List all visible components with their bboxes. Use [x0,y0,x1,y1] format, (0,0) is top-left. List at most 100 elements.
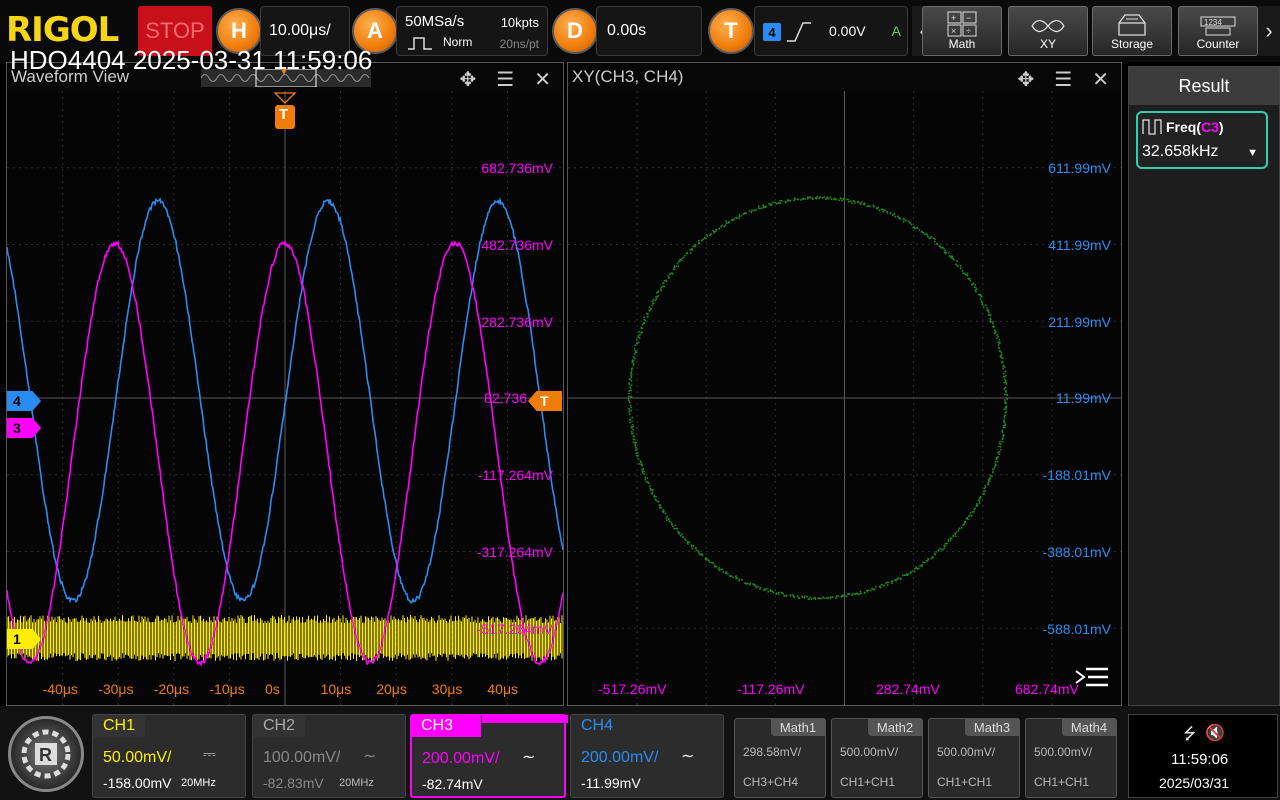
xy-view-panel: XY(CH3, CH4) ✥ ☰ ✕ 611.99mV 411.99mV 211.9… [567,62,1122,706]
xy-icon [1030,15,1066,37]
waveform-time-tick: 0s [265,681,280,697]
frequency-measurement-card[interactable]: Freq(C3) 32.658kHz ▼ [1136,111,1268,169]
screenshot-title-overlay: HDO4404 2025-03-31 11:59:06 [10,45,372,76]
math3-tab: Math3 [965,718,1019,736]
trigger-mode-letter: A [892,23,901,39]
ch3-scale: 200.00mV/ [422,750,499,768]
clock-time: 11:59:06 [1171,751,1228,768]
svg-text:×: × [951,26,956,36]
speaker-muted-icon[interactable]: 🔇 [1205,723,1225,743]
math1-box[interactable]: Math1 298.58mV/ CH3+CH4 [734,718,826,798]
ch1-tab: CH1 [93,715,145,737]
ch1-box[interactable]: CH1 50.00mV/ ⎓ -158.00mV 20MHz [92,714,246,798]
xy-view-title: XY(CH3, CH4) [572,67,683,87]
ac-coupling-icon: ∼ [681,746,694,766]
delay-button[interactable]: D [552,8,598,54]
measure-value: 32.658kHz [1142,143,1219,161]
ch4-box[interactable]: CH4 200.00mV/ ∼ -11.99mV [570,714,724,798]
math4-scale: 500.00mV/ [1034,745,1092,759]
math2-box[interactable]: Math2 500.00mV/ CH1+CH1 [831,718,923,798]
math3-scale: 500.00mV/ [937,745,995,759]
math3-source: CH1+CH1 [937,775,992,789]
waveform-voltage-tick: -317.264mV [477,544,553,560]
ac-coupling-icon: ∼ [363,746,376,766]
waveform-time-tick: -40μs [43,681,78,697]
ch4-tab: CH4 [571,715,623,737]
waveform-voltage-tick: 682.736mV [481,160,553,176]
math-button[interactable]: + − × ÷ Math [922,6,1002,56]
xy-view-tools: ✥ ☰ ✕ [1018,67,1109,92]
xy-button[interactable]: XY [1008,6,1088,56]
waveform-time-tick: 40μs [487,681,518,697]
dc-coupling-icon: ⎓ [203,746,216,764]
xy-x-tick: 682.74mV [1015,681,1079,697]
trigger-box[interactable]: 4 0.00V A [754,6,908,56]
trigger-level: 0.00V [829,23,866,39]
acquire-mode: Norm [443,35,472,49]
math4-tab: Math4 [1062,718,1116,736]
storage-button[interactable]: Storage [1092,6,1172,56]
delay-value: 0.00s [607,22,646,40]
waveform-view-tools: ✥ ☰ ✕ [460,67,551,92]
collapse-menu-icon[interactable] [1072,665,1112,693]
counter-icon: 1234 [1200,15,1236,37]
math3-box[interactable]: Math3 500.00mV/ CH1+CH1 [928,718,1020,798]
ac-coupling-icon: ∼ [522,747,535,767]
ch3-tab: CH3 [411,715,481,737]
waveform-time-tick: 10μs [321,681,352,697]
trigger-position-label: T [279,106,288,123]
xy-y-tick: -588.01mV [1043,621,1111,637]
rising-edge-icon [785,19,813,45]
math4-source: CH1+CH1 [1034,775,1089,789]
math2-scale: 500.00mV/ [840,745,898,759]
clock-date: 2025/03/31 [1159,775,1229,791]
rigol-gear-icon: R [11,719,81,789]
trigger-button[interactable]: T [708,8,754,54]
math4-box[interactable]: Math4 500.00mV/ CH1+CH1 [1025,718,1117,798]
measure-pulse-icon [1142,119,1162,135]
xy-x-tick: -117.26mV [737,681,804,697]
home-gear-button[interactable]: R [8,716,84,792]
waveform-voltage-tick: 82.736 [484,390,527,406]
toolbar-scroll-right[interactable]: › [1258,6,1280,56]
ch3-box[interactable]: CH3 200.00mV/ ∼ -82.74mV [410,714,566,798]
math2-tab: Math2 [868,718,922,736]
math1-source: CH3+CH4 [743,775,798,789]
svg-text:+: + [951,13,956,23]
sample-interval: 20ns/pt [500,37,539,51]
xy-y-tick: -388.01mV [1043,544,1111,560]
ch2-scale: 100.00mV/ [263,749,340,767]
ch3-offset: -82.74mV [422,776,483,792]
xy-y-tick: 611.99mV [1048,160,1111,176]
waveform-voltage-tick: 482.736mV [481,237,553,253]
timebase-value: 10.00μs/ [269,22,331,40]
waveform-time-tick: -10μs [209,681,244,697]
usb-icon[interactable]: ⭍ [1183,723,1196,750]
acquisition-box[interactable]: 50MSa/s 10kpts Norm 20ns/pt [396,6,548,56]
memory-depth: 10kpts [501,15,539,30]
xy-y-tick: 211.99mV [1048,314,1111,330]
svg-text:R: R [39,745,52,765]
acquire-pulse-icon [407,35,433,51]
close-icon[interactable]: ✕ [1092,67,1109,92]
xy-plot[interactable] [568,91,1121,705]
menu-icon[interactable]: ☰ [1054,67,1072,92]
sample-rate: 50MSa/s [405,13,464,30]
math1-scale: 298.58mV/ [743,745,801,759]
chevron-down-icon[interactable]: ▼ [1247,147,1258,159]
close-icon[interactable]: ✕ [534,67,551,92]
ch1-offset: -158.00mV [103,775,171,791]
move-hand-icon[interactable]: ✥ [1018,67,1035,92]
ch2-box[interactable]: CH2 100.00mV/ ∼ -82.83mV 20MHz [252,714,406,798]
xy-y-tick: -188.01mV [1043,467,1111,483]
svg-text:−: − [966,13,971,23]
counter-button[interactable]: 1234 Counter [1178,6,1258,56]
math1-tab: Math1 [771,718,825,736]
move-hand-icon[interactable]: ✥ [460,67,477,92]
menu-icon[interactable]: ☰ [496,67,514,92]
delay-box[interactable]: 0.00s [596,6,702,56]
waveform-plot[interactable] [7,91,563,705]
xy-y-tick: 411.99mV [1048,237,1111,253]
math2-source: CH1+CH1 [840,775,895,789]
waveform-view-panel: Waveform View ✥ ☰ ✕ T 682.736mV 482.736mV… [6,62,564,706]
